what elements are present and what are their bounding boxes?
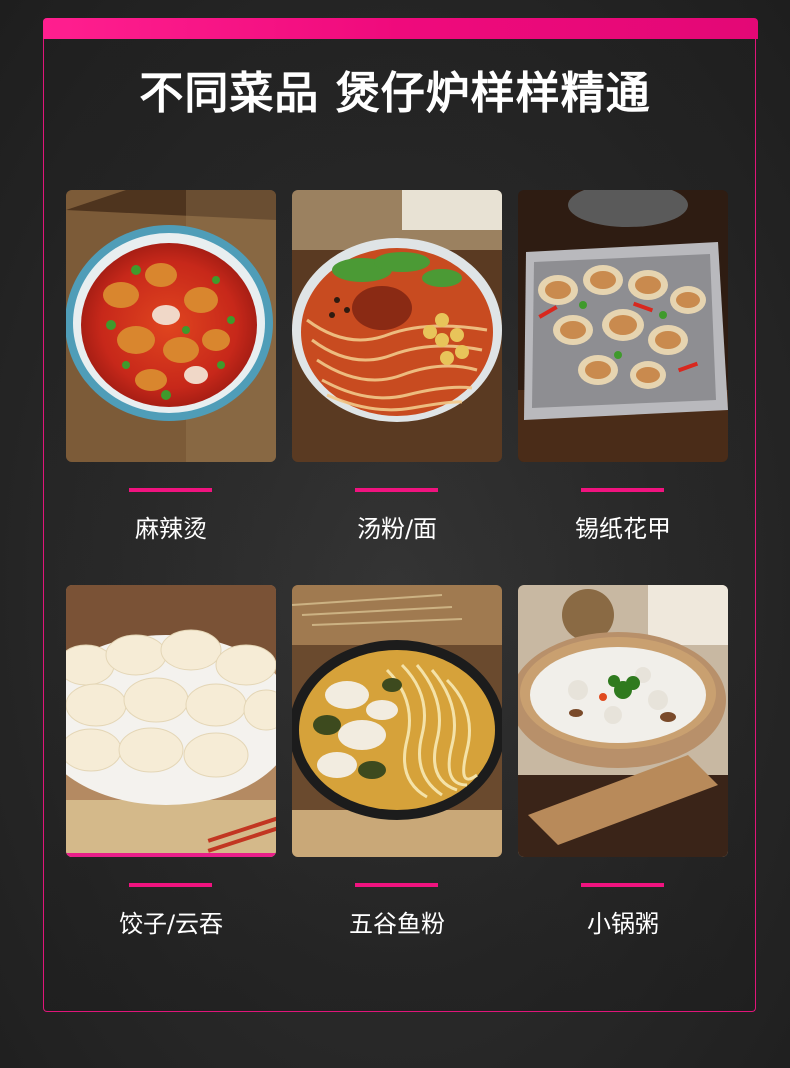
accent-underline bbox=[355, 488, 438, 492]
foil-clams-photo bbox=[518, 190, 728, 462]
dish-label: 饺子/云吞 bbox=[118, 910, 224, 938]
spicy-hotpot-photo bbox=[66, 190, 276, 462]
dish-label: 汤粉/面 bbox=[356, 515, 438, 543]
accent-underline bbox=[129, 883, 212, 887]
dish-label: 小锅粥 bbox=[587, 910, 659, 938]
congee-photo bbox=[518, 585, 728, 857]
noodle-soup-photo bbox=[292, 190, 502, 462]
dish-label: 麻辣烫 bbox=[135, 515, 207, 543]
accent-underline bbox=[581, 488, 664, 492]
accent-underline bbox=[129, 488, 212, 492]
accent-underline bbox=[355, 883, 438, 887]
fish-noodle-photo bbox=[292, 585, 502, 857]
dish-label: 五谷鱼粉 bbox=[349, 910, 445, 938]
accent-top-bar bbox=[43, 18, 758, 39]
page-headline: 不同菜品 煲仔炉样样精通 bbox=[139, 68, 651, 119]
accent-underline bbox=[581, 883, 664, 887]
dumplings-photo bbox=[66, 585, 276, 857]
dish-label: 锡纸花甲 bbox=[575, 515, 671, 543]
